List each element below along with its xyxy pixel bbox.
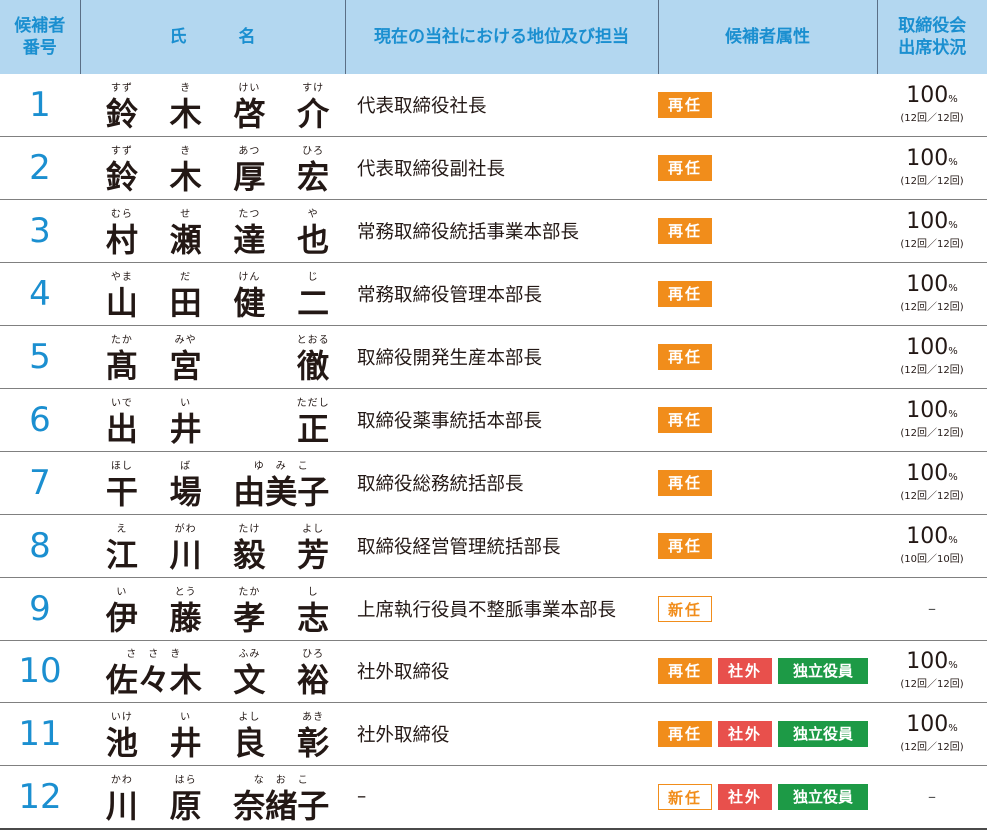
attendance: 100% (12回／12回)	[900, 209, 964, 251]
candidate-position: 取締役経営管理統括部長	[357, 536, 561, 558]
candidate-position: 代表取締役副社長	[357, 159, 506, 181]
candidate-position: 常務取締役管理本部長	[357, 285, 543, 307]
candidates-table: 候補者 番号 氏名 現在の当社における地位及び担当 候補者属性 取締役会 出席状況 …	[0, 0, 987, 830]
candidate-number: 11	[18, 714, 62, 755]
attendance: –	[928, 787, 936, 807]
attendance: 100% (12回／12回)	[900, 272, 964, 314]
candidate-attributes: 新任 社外 独立役員	[658, 766, 877, 829]
candidate-position: 上席執行役員不整脈事業本部長	[357, 599, 617, 621]
table-row: 4 やま山 だ田 けん健 じ二 常務取締役管理本部長 再任 100% (12回／1…	[0, 263, 987, 326]
table-row: 9 い伊 とう藤 たか孝 し志 上席執行役員不整脈事業本部長 新任 –	[0, 577, 987, 641]
candidate-attributes: 再任	[658, 200, 877, 263]
attendance: 100% (12回／12回)	[900, 335, 964, 377]
new-appointment-badge: 新任	[658, 783, 712, 810]
outside-director-badge: 社外	[718, 658, 772, 685]
header-attribute: 候補者属性	[657, 0, 877, 74]
candidate-name: さ さ き佐々木 ふみ文 ひろ裕	[105, 649, 330, 700]
reappoint-badge: 再任	[658, 532, 712, 559]
attendance: 100% (12回／12回)	[900, 460, 964, 502]
candidate-number: 5	[29, 337, 51, 377]
candidate-attributes: 再任 社外 独立役員	[658, 640, 877, 703]
candidate-number: 10	[18, 651, 62, 692]
header-number: 候補者 番号	[0, 0, 80, 74]
attendance: 100% (10回／10回)	[900, 523, 964, 565]
candidate-name: え江 がわ川 たけ毅 よし芳	[105, 523, 330, 574]
reappoint-badge: 再任	[658, 406, 712, 433]
attendance: 100% (12回／12回)	[900, 83, 964, 125]
candidate-attributes: 再任	[658, 388, 877, 451]
candidate-position: 常務取締役統括事業本部長	[357, 222, 580, 244]
reappoint-badge: 再任	[658, 658, 712, 685]
candidate-name: すず鈴 き木 けい啓 すけ介	[105, 83, 330, 134]
independent-officer-badge: 独立役員	[778, 783, 868, 810]
new-appointment-badge: 新任	[658, 595, 712, 622]
table-row: 3 むら村 せ瀬 たつ達 や也 常務取締役統括事業本部長 再任 100% (12回…	[0, 200, 987, 263]
candidate-position: 取締役総務統括部長	[357, 473, 524, 495]
candidate-number: 9	[29, 588, 51, 629]
candidate-attributes: 新任	[658, 577, 877, 640]
candidate-name: むら村 せ瀬 たつ達 や也	[105, 209, 330, 260]
header-row: 候補者 番号 氏名 現在の当社における地位及び担当 候補者属性 取締役会 出席状況	[0, 0, 987, 74]
reappoint-badge: 再任	[658, 469, 712, 496]
candidate-number: 8	[29, 525, 51, 566]
candidate-number: 3	[29, 211, 51, 252]
candidate-position: 取締役薬事統括本部長	[357, 410, 543, 432]
candidate-position: 社外取締役	[357, 725, 450, 747]
candidate-number: 1	[29, 85, 51, 126]
candidate-number: 7	[29, 462, 51, 503]
reappoint-badge: 再任	[658, 281, 712, 308]
independent-officer-badge: 独立役員	[778, 721, 868, 748]
table-row: 5 たか髙 みや宮 とおる徹 取締役開発生産本部長 再任 100% (12回／12…	[0, 326, 987, 389]
table-row: 2 すず鈴 き木 あつ厚 ひろ宏 代表取締役副社長 再任 100% (12回／12…	[0, 137, 987, 200]
table-row: 11 いけ池 い井 よし良 あき彰 社外取締役 再任 社外 独立役員 100% (12…	[0, 703, 987, 766]
table-row: 8 え江 がわ川 たけ毅 よし芳 取締役経営管理統括部長 再任 100% (10回…	[0, 514, 987, 578]
outside-director-badge: 社外	[718, 783, 772, 810]
candidate-position: 代表取締役社長	[357, 96, 487, 118]
candidate-attributes: 再任	[658, 451, 877, 514]
candidate-name: い伊 とう藤 たか孝 し志	[105, 586, 330, 637]
reappoint-badge: 再任	[658, 721, 712, 748]
attendance: –	[928, 599, 936, 619]
candidate-name: いで出 い井 ただし正	[105, 397, 330, 448]
candidate-attributes: 再任	[658, 326, 877, 389]
table-row: 6 いで出 い井 ただし正 取締役薬事統括本部長 再任 100% (12回／12回…	[0, 388, 987, 452]
candidate-attributes: 再任	[658, 137, 877, 200]
candidate-name: やま山 だ田 けん健 じ二	[105, 272, 330, 323]
attendance: 100% (12回／12回)	[900, 649, 964, 691]
candidate-number: 12	[18, 776, 62, 817]
outside-director-badge: 社外	[718, 721, 772, 748]
candidate-position: 取締役開発生産本部長	[357, 348, 543, 369]
candidate-name: かわ川 はら原 な お こ奈緒子	[105, 774, 330, 825]
table-row: 1 すず鈴 き木 けい啓 すけ介 代表取締役社長 再任 100% (12回／12回…	[0, 74, 987, 137]
candidate-number: 2	[29, 148, 51, 189]
candidate-name: すず鈴 き木 あつ厚 ひろ宏	[105, 146, 330, 197]
candidate-name: ほし干 ば場 ゆ み こ由美子	[105, 460, 330, 511]
candidate-name: たか髙 みや宮 とおる徹	[105, 335, 330, 385]
reappoint-badge: 再任	[658, 344, 712, 370]
candidate-number: 6	[29, 399, 51, 440]
table-row: 10 さ さ き佐々木 ふみ文 ひろ裕 社外取締役 再任 社外 独立役員 100%(…	[0, 640, 987, 703]
reappoint-badge: 再任	[658, 218, 712, 245]
table-row: 12 かわ川 はら原 な お こ奈緒子 – 新任 社外 独立役員 –	[0, 766, 987, 829]
independent-officer-badge: 独立役員	[778, 658, 868, 685]
candidate-number: 4	[29, 274, 51, 315]
attendance: 100% (12回／12回)	[900, 397, 964, 439]
candidate-name: いけ池 い井 よし良 あき彰	[105, 712, 330, 763]
attendance: 100% (12回／12回)	[900, 712, 964, 754]
candidate-position: 社外取締役	[357, 662, 450, 684]
header-position: 現在の当社における地位及び担当	[344, 0, 658, 74]
candidate-attributes: 再任	[658, 74, 877, 137]
attendance: 100% (12回／12回)	[900, 146, 964, 188]
header-name: 氏名	[79, 0, 345, 74]
candidate-attributes: 再任	[658, 514, 877, 577]
table-row: 7 ほし干 ば場 ゆ み こ由美子 取締役総務統括部長 再任 100% (12回／…	[0, 451, 987, 515]
reappoint-badge: 再任	[658, 92, 712, 119]
header-attendance: 取締役会 出席状況	[876, 0, 987, 74]
candidate-attributes: 再任	[658, 263, 877, 326]
candidate-attributes: 再任 社外 独立役員	[658, 703, 877, 766]
reappoint-badge: 再任	[658, 155, 712, 182]
candidate-position: –	[357, 786, 367, 808]
